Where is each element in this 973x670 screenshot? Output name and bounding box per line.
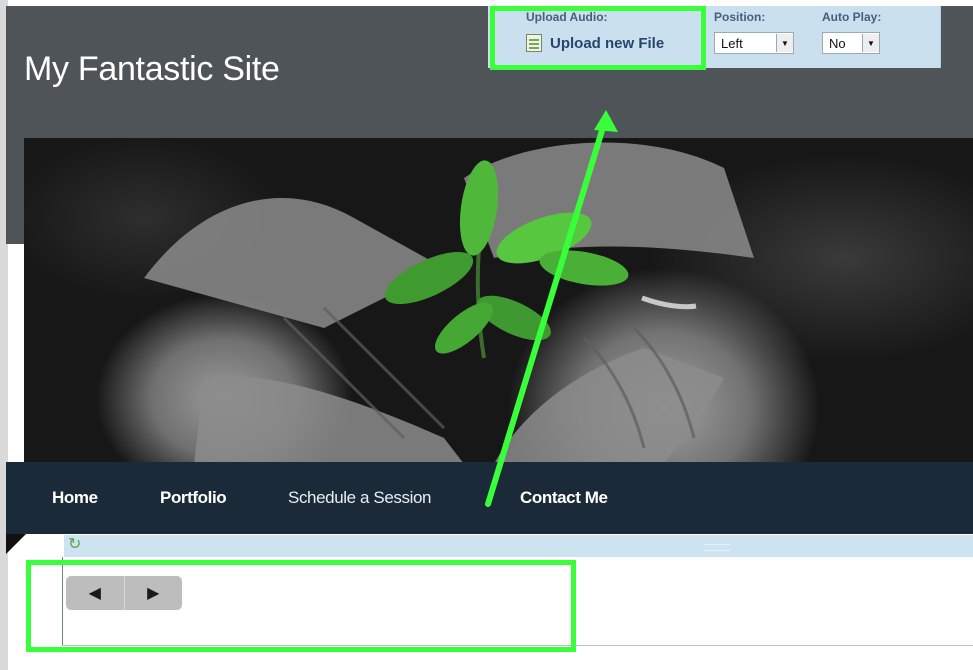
autoplay-value: No: [829, 35, 846, 51]
upload-highlight-box: [490, 6, 706, 70]
chevron-down-icon: ▼: [776, 34, 793, 52]
position-group: Position: Left ▼: [714, 10, 794, 54]
position-label: Position:: [714, 10, 766, 24]
nav-item-portfolio[interactable]: Portfolio: [160, 488, 227, 508]
nav-item-contact-me[interactable]: Contact Me: [520, 488, 608, 508]
position-select[interactable]: Left ▼: [714, 32, 794, 54]
main-nav: Home Portfolio Schedule a Session Contac…: [6, 462, 973, 534]
drag-handle[interactable]: [704, 544, 730, 551]
player-highlight-box: [26, 560, 576, 652]
seedling-illustration: [144, 142, 754, 464]
refresh-icon[interactable]: ↻: [68, 537, 81, 553]
player-toolbar: ↻: [64, 535, 973, 558]
nav-corner-shadow: [6, 534, 26, 554]
chevron-down-icon: ▼: [862, 34, 879, 52]
site-title: My Fantastic Site: [24, 50, 280, 88]
nav-item-schedule-a-session[interactable]: Schedule a Session: [288, 488, 431, 508]
nav-item-home[interactable]: Home: [52, 488, 98, 508]
position-value: Left: [721, 35, 743, 51]
hero-image: [24, 138, 973, 464]
autoplay-select[interactable]: No ▼: [822, 32, 880, 54]
autoplay-label: Auto Play:: [822, 10, 882, 24]
autoplay-group: Auto Play: No ▼: [822, 10, 881, 54]
